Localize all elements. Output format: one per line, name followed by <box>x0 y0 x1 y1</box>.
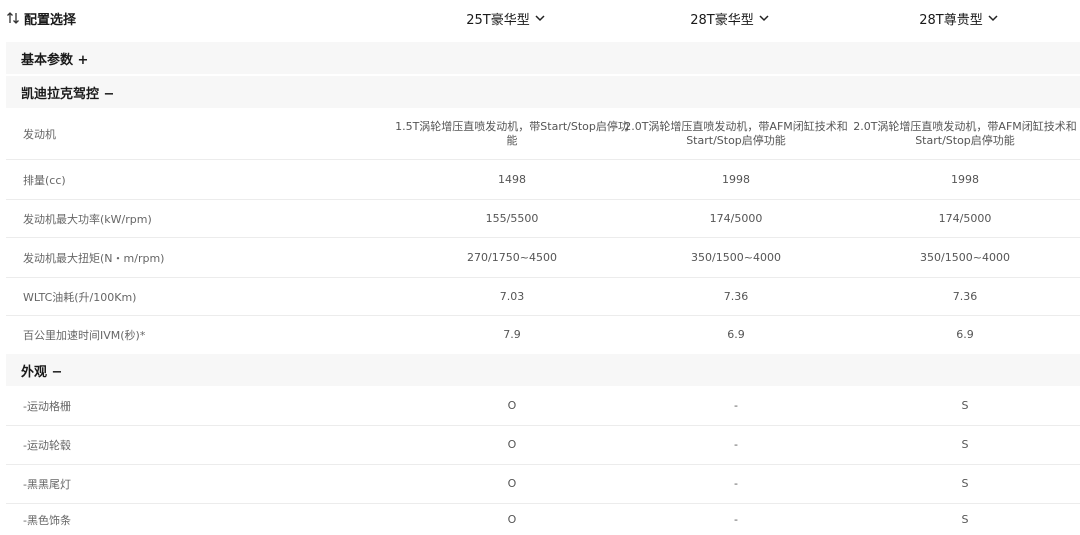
table-row: 排量(cc) 1498 1998 1998 <box>6 160 1080 200</box>
section-label: 外观 − <box>21 364 63 380</box>
row-label: 发动机 <box>23 127 56 141</box>
cell-value: O <box>507 477 517 490</box>
table-row: -运动格栅 O - S <box>6 387 1080 426</box>
row-label: -运动格栅 <box>23 400 71 413</box>
table-row: 发动机最大扭矩(N・m/rpm) 270/1750~4500 350/1500~… <box>6 238 1080 278</box>
cell-value: O <box>507 399 517 412</box>
cell-value: S <box>961 477 969 490</box>
model-label: 28T尊贵型 <box>919 12 983 28</box>
cell-value: 270/1750~4500 <box>467 250 557 264</box>
row-label: 排量(cc) <box>23 173 66 187</box>
table-row: WLTC油耗(升/100Km) 7.03 7.36 7.36 <box>6 278 1080 316</box>
model-select-28t-premium[interactable]: 28T尊贵型 <box>846 0 1072 36</box>
chevron-down-icon <box>534 12 546 24</box>
model-select-28t-luxury[interactable]: 28T豪华型 <box>618 0 842 36</box>
cell-value: O <box>507 438 517 451</box>
section-label: 凯迪拉克驾控 − <box>21 86 115 102</box>
cell-value: 6.9 <box>956 328 974 341</box>
row-label: 发动机最大扭矩(N・m/rpm) <box>23 251 165 265</box>
cell-value: 1998 <box>951 172 979 186</box>
cell-value: 2.0T涡轮增压直喷发动机，带AFM闭缸技术和Start/Stop启停功能 <box>624 119 848 147</box>
cell-value: 7.9 <box>503 328 521 341</box>
sort-icon <box>6 11 20 25</box>
cell-value: 6.9 <box>727 328 745 341</box>
cell-value: O <box>507 512 517 526</box>
model-label: 25T豪华型 <box>466 12 530 28</box>
row-label: -运动轮毂 <box>23 439 71 452</box>
cell-value: 7.36 <box>952 289 978 303</box>
row-label: -黑黑尾灯 <box>23 478 71 491</box>
cell-value: 1998 <box>722 172 750 186</box>
cell-value: S <box>961 438 969 451</box>
config-select-label: 配置选择 <box>24 12 77 28</box>
table-row: 发动机 1.5T涡轮增压直喷发动机，带Start/Stop启停功能 2.0T涡轮… <box>6 108 1080 160</box>
cell-value: - <box>734 438 738 451</box>
table-row: -运动轮毂 O - S <box>6 426 1080 465</box>
config-select-title[interactable]: 配置选择 <box>6 0 76 36</box>
cell-value: 1.5T涡轮增压直喷发动机，带Start/Stop启停功能 <box>395 119 629 147</box>
cell-value: - <box>734 477 738 490</box>
cell-value: - <box>734 512 738 526</box>
cell-value: - <box>734 399 738 412</box>
table-row: -黑黑尾灯 O - S <box>6 465 1080 504</box>
cell-value: 7.03 <box>499 289 525 303</box>
chevron-down-icon <box>758 12 770 24</box>
cell-value: S <box>961 399 969 412</box>
model-select-25t-luxury[interactable]: 25T豪华型 <box>388 0 624 36</box>
cell-value: 7.36 <box>723 289 749 303</box>
row-label: 百公里加速时间IVM(秒)* <box>23 329 146 342</box>
table-row: 百公里加速时间IVM(秒)* 7.9 6.9 6.9 <box>6 316 1080 354</box>
config-header: 配置选择 25T豪华型 28T豪华型 28T尊贵型 <box>0 0 1080 36</box>
table-row: 发动机最大功率(kW/rpm) 155/5500 174/5000 174/50… <box>6 200 1080 238</box>
section-drive-control[interactable]: 凯迪拉克驾控 − <box>6 76 1080 108</box>
cell-value: 2.0T涡轮增压直喷发动机，带AFM闭缸技术和Start/Stop启停功能 <box>853 119 1077 147</box>
cell-value: 350/1500~4000 <box>691 250 781 264</box>
section-exterior[interactable]: 外观 − <box>6 354 1080 386</box>
cell-value: 1498 <box>498 172 526 186</box>
cell-value: 174/5000 <box>938 211 992 225</box>
cell-value: 155/5500 <box>485 211 539 225</box>
row-label: -黑色饰条 <box>23 513 71 527</box>
table-row: -黑色饰条 O - S <box>6 504 1080 535</box>
section-label: 基本参数 + <box>21 52 89 68</box>
model-label: 28T豪华型 <box>690 12 754 28</box>
row-label: 发动机最大功率(kW/rpm) <box>23 212 152 226</box>
cell-value: S <box>961 512 969 526</box>
chevron-down-icon <box>987 12 999 24</box>
cell-value: 174/5000 <box>709 211 763 225</box>
cell-value: 350/1500~4000 <box>920 250 1010 264</box>
config-comparison-page: 配置选择 25T豪华型 28T豪华型 28T尊贵型 基本参数 + 凯迪拉克驾控 … <box>0 0 1080 535</box>
row-label: WLTC油耗(升/100Km) <box>23 290 137 304</box>
section-basic-params[interactable]: 基本参数 + <box>6 42 1080 74</box>
